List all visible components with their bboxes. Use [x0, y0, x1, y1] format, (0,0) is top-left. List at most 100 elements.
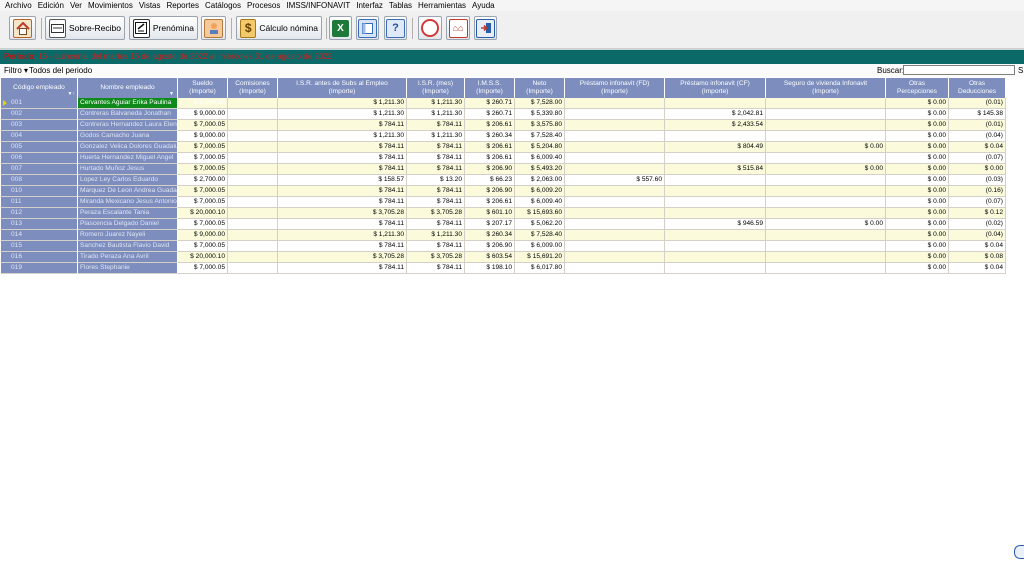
cell-nombre[interactable]: Sanchez Bautista Flavio David: [78, 241, 178, 252]
cell-codigo[interactable]: 016: [1, 252, 78, 263]
cell-sueldo[interactable]: $ 9,000.00: [178, 98, 228, 109]
cell-isr-antes-subs[interactable]: $ 1,211.30: [278, 109, 407, 120]
cell-codigo[interactable]: 006: [1, 153, 78, 164]
cell-codigo[interactable]: 001: [1, 98, 78, 109]
cell-sueldo[interactable]: $ 9,000.00: [178, 230, 228, 241]
cell-isr-antes-subs[interactable]: $ 1,211.30: [278, 98, 407, 109]
cell-prestamo-fd[interactable]: [565, 131, 665, 142]
cell-sueldo[interactable]: $ 2,700.00: [178, 175, 228, 186]
cell-otras-deducciones[interactable]: $ 0.12: [949, 208, 1006, 219]
cell-prestamo-cf[interactable]: [665, 252, 766, 263]
cell-comisiones[interactable]: [228, 142, 278, 153]
cell-comisiones[interactable]: [228, 153, 278, 164]
cell-prestamo-cf[interactable]: $ 2,042.81: [665, 109, 766, 120]
cell-sueldo[interactable]: $ 7,000.05: [178, 219, 228, 230]
cell-codigo[interactable]: 005: [1, 142, 78, 153]
cell-isr-antes-subs[interactable]: $ 784.11: [278, 120, 407, 131]
menu-archivo[interactable]: Archivo: [5, 1, 32, 10]
cell-isr-antes-subs[interactable]: $ 784.11: [278, 197, 407, 208]
cell-imss[interactable]: $ 206.61: [465, 120, 515, 131]
menu-tablas[interactable]: Tablas: [389, 1, 412, 10]
cell-comisiones[interactable]: [228, 208, 278, 219]
menu-vistas[interactable]: Vistas: [139, 1, 161, 10]
cell-isr-antes-subs[interactable]: $ 784.11: [278, 241, 407, 252]
cell-imss[interactable]: $ 198.10: [465, 263, 515, 274]
cell-nombre[interactable]: Contreras Balvaneda Jonathan: [78, 109, 178, 120]
cell-imss[interactable]: $ 206.61: [465, 197, 515, 208]
cell-sueldo[interactable]: $ 7,000.05: [178, 241, 228, 252]
cell-prestamo-cf[interactable]: [665, 241, 766, 252]
menu-catalogos[interactable]: Catálogos: [205, 1, 241, 10]
cell-imss[interactable]: $ 66.23: [465, 175, 515, 186]
cell-prestamo-cf[interactable]: [665, 208, 766, 219]
cell-comisiones[interactable]: [228, 175, 278, 186]
cell-neto[interactable]: $ 6,009.40: [515, 197, 565, 208]
cell-nombre[interactable]: Tirado Peraza Ana Avril: [78, 252, 178, 263]
cell-neto[interactable]: $ 5,204.80: [515, 142, 565, 153]
cell-seguro-vivienda[interactable]: [766, 98, 886, 109]
cell-isr-mes[interactable]: $ 784.11: [407, 186, 465, 197]
cell-prestamo-fd[interactable]: [565, 230, 665, 241]
cell-imss[interactable]: $ 601.10: [465, 208, 515, 219]
cell-neto[interactable]: $ 5,339.80: [515, 109, 565, 120]
cell-prestamo-fd[interactable]: [565, 219, 665, 230]
cell-otras-deducciones[interactable]: (0.01): [949, 98, 1006, 109]
cell-neto[interactable]: $ 5,062.20: [515, 219, 565, 230]
cell-prestamo-fd[interactable]: [565, 109, 665, 120]
cell-imss[interactable]: $ 206.61: [465, 142, 515, 153]
cell-comisiones[interactable]: [228, 98, 278, 109]
cell-comisiones[interactable]: [228, 197, 278, 208]
cell-otras-deducciones[interactable]: $ 0.04: [949, 241, 1006, 252]
cell-otras-deducciones[interactable]: (0.03): [949, 175, 1006, 186]
cell-imss[interactable]: $ 260.71: [465, 109, 515, 120]
window-button[interactable]: [356, 16, 379, 40]
cell-imss[interactable]: $ 207.17: [465, 219, 515, 230]
cell-otras-deducciones[interactable]: (0.02): [949, 219, 1006, 230]
cell-comisiones[interactable]: [228, 131, 278, 142]
cell-prestamo-fd[interactable]: [565, 263, 665, 274]
infonavit-button[interactable]: ⌂⌂: [446, 16, 470, 40]
cell-sueldo[interactable]: $ 20,000.10: [178, 252, 228, 263]
cell-prestamo-fd[interactable]: [565, 241, 665, 252]
cell-sueldo[interactable]: $ 20,000.10: [178, 208, 228, 219]
col-header-imss[interactable]: I.M.S.S. (Importe): [465, 78, 515, 98]
cell-nombre[interactable]: Contreras Hernandez Laura Elena: [78, 120, 178, 131]
cell-codigo[interactable]: 012: [1, 208, 78, 219]
cell-codigo[interactable]: 007: [1, 164, 78, 175]
cell-imss[interactable]: $ 206.90: [465, 241, 515, 252]
cell-neto[interactable]: $ 6,009.40: [515, 153, 565, 164]
cell-neto[interactable]: $ 15,693.60: [515, 208, 565, 219]
cell-prestamo-cf[interactable]: $ 946.59: [665, 219, 766, 230]
cell-sueldo[interactable]: $ 9,000.00: [178, 109, 228, 120]
cell-prestamo-cf[interactable]: [665, 98, 766, 109]
cell-isr-mes[interactable]: $ 784.11: [407, 142, 465, 153]
filter-dropdown[interactable]: Filtro ▾: [4, 66, 28, 75]
col-header-comisiones[interactable]: Comisiones (Importe): [228, 78, 278, 98]
cell-comisiones[interactable]: [228, 164, 278, 175]
cell-prestamo-cf[interactable]: [665, 175, 766, 186]
cell-otras-percepciones[interactable]: $ 0.00: [886, 230, 949, 241]
col-header-prestamo-cf[interactable]: Préstamo infonavit (CF) (Importe): [665, 78, 766, 98]
cell-seguro-vivienda[interactable]: [766, 208, 886, 219]
cell-otras-percepciones[interactable]: $ 0.00: [886, 186, 949, 197]
cell-seguro-vivienda[interactable]: [766, 252, 886, 263]
cell-isr-mes[interactable]: $ 1,211.30: [407, 131, 465, 142]
cell-otras-percepciones[interactable]: $ 0.00: [886, 153, 949, 164]
cell-neto[interactable]: $ 5,493.20: [515, 164, 565, 175]
cell-isr-antes-subs[interactable]: $ 784.11: [278, 219, 407, 230]
menu-movimientos[interactable]: Movimientos: [88, 1, 133, 10]
cell-prestamo-fd[interactable]: [565, 98, 665, 109]
menu-herramientas[interactable]: Herramientas: [418, 1, 466, 10]
cell-codigo[interactable]: 011: [1, 197, 78, 208]
cell-isr-mes[interactable]: $ 3,705.28: [407, 208, 465, 219]
cell-otras-percepciones[interactable]: $ 0.00: [886, 241, 949, 252]
cell-otras-deducciones[interactable]: (0.07): [949, 153, 1006, 164]
col-header-codigo[interactable]: Código empleado ▼↑: [1, 78, 78, 98]
cell-isr-antes-subs[interactable]: $ 158.57: [278, 175, 407, 186]
cell-comisiones[interactable]: [228, 109, 278, 120]
cell-codigo[interactable]: 002: [1, 109, 78, 120]
cell-isr-antes-subs[interactable]: $ 1,211.30: [278, 230, 407, 241]
cell-codigo[interactable]: 015: [1, 241, 78, 252]
cell-neto[interactable]: $ 6,009.20: [515, 186, 565, 197]
cell-imss[interactable]: $ 260.34: [465, 131, 515, 142]
